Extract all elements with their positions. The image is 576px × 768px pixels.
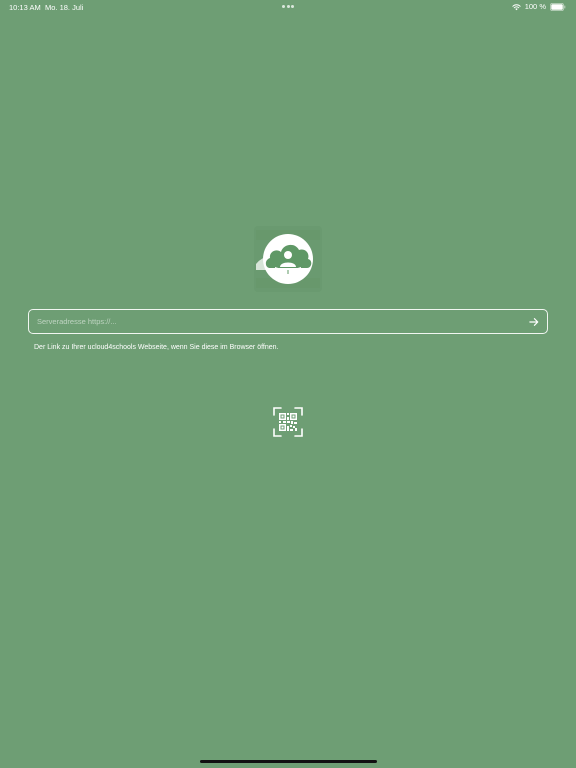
wifi-icon: [512, 3, 521, 10]
submit-button[interactable]: [523, 311, 545, 333]
ucloud4schools-logo-icon: [254, 226, 322, 292]
server-address-input[interactable]: [37, 311, 523, 332]
battery-percent: 100 %: [524, 2, 546, 11]
status-date: Mo. 18. Juli: [45, 3, 84, 12]
login-screen: 10:13 AM Mo. 18. Juli 100 % Serveradress…: [0, 0, 576, 768]
arrow-right-icon: [529, 317, 539, 326]
server-address-field[interactable]: [28, 309, 548, 334]
status-time: 10:13 AM: [9, 3, 41, 12]
qr-scan-button[interactable]: [273, 407, 303, 437]
status-indicators: 100 %: [512, 2, 566, 11]
status-bar: 10:13 AM Mo. 18. Juli 100 %: [0, 0, 576, 14]
dot: [282, 5, 285, 8]
battery-icon: [550, 2, 566, 11]
multitasking-dots[interactable]: [282, 5, 294, 9]
home-indicator[interactable]: [200, 760, 377, 763]
dot: [291, 5, 294, 8]
server-helper-text: Der Link zu Ihrer ucloud4schools Webseit…: [34, 344, 279, 351]
qr-code-scan-icon: [273, 407, 303, 437]
app-logo: [254, 226, 322, 292]
dot: [286, 5, 290, 8]
